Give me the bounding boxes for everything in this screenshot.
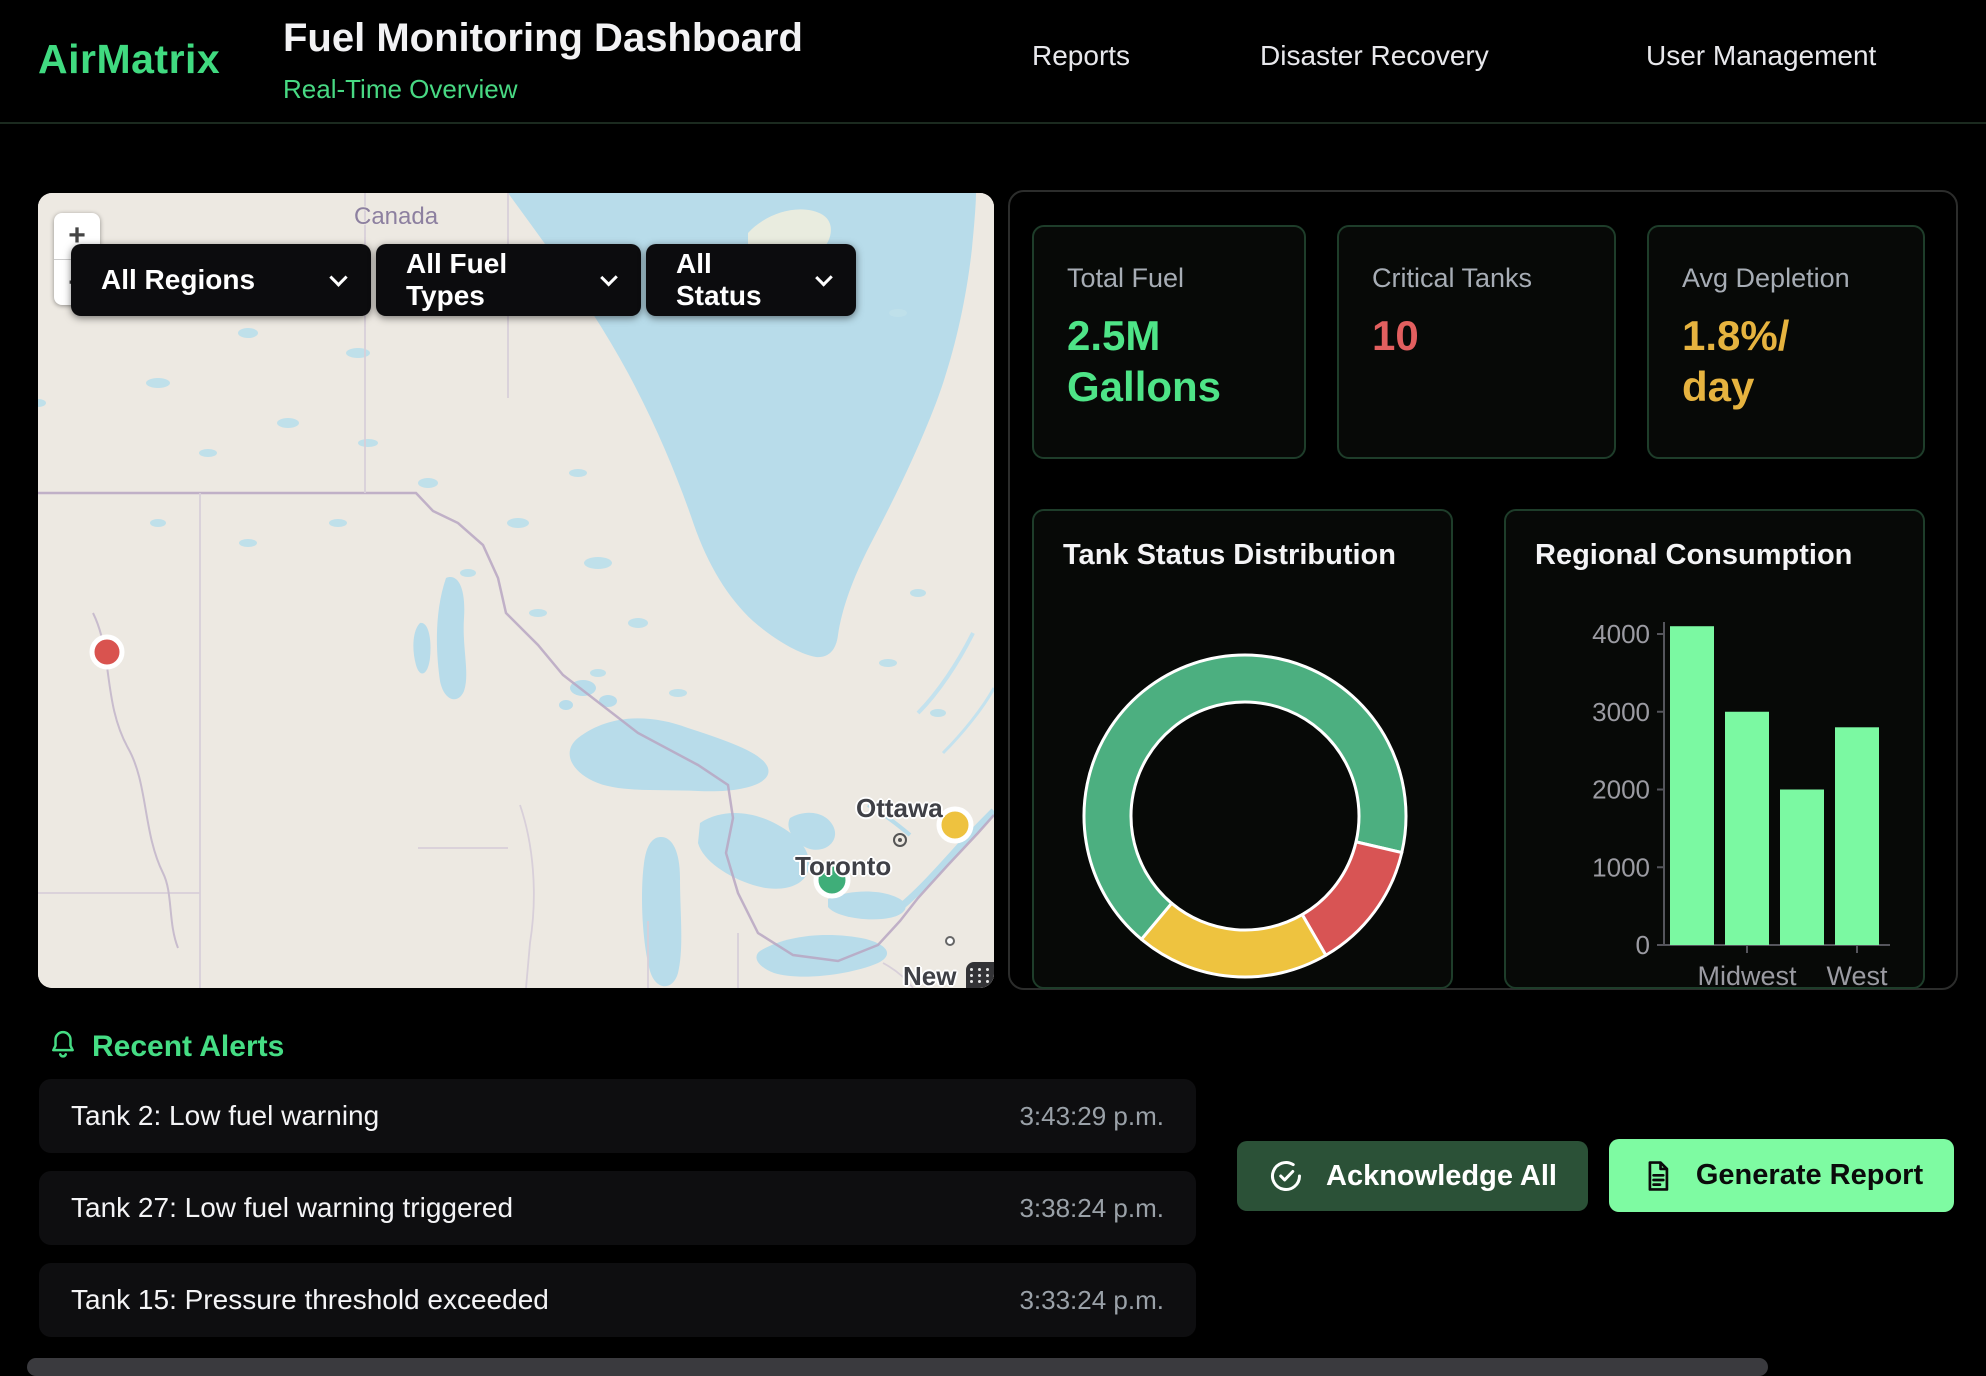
acknowledge-all-button[interactable]: Acknowledge All <box>1237 1141 1588 1211</box>
nav-disaster-recovery[interactable]: Disaster Recovery <box>1260 40 1489 72</box>
stat-card-critical-tanks: Critical Tanks 10 <box>1337 225 1616 459</box>
city-label-ottawa: Ottawa <box>856 793 943 824</box>
region-filter-value: All Regions <box>101 264 255 296</box>
horizontal-scrollbar[interactable] <box>27 1358 1768 1376</box>
alert-text: Tank 2: Low fuel warning <box>71 1100 379 1132</box>
y-tick-label: 4000 <box>1592 619 1650 649</box>
map[interactable]: Canada Ottawa Toronto New York + − All R… <box>38 193 994 988</box>
fuel-type-filter-value: All Fuel Types <box>406 248 575 312</box>
brand-logo: AirMatrix <box>38 36 220 83</box>
generate-report-button[interactable]: Generate Report <box>1609 1139 1954 1212</box>
alert-row[interactable]: Tank 27: Low fuel warning triggered 3:38… <box>39 1171 1196 1245</box>
stat-value: 10 <box>1372 310 1614 361</box>
chart-title: Tank Status Distribution <box>1063 539 1396 572</box>
filter-bar: All Regions All Fuel Types All Status <box>71 244 856 316</box>
regional-consumption-bar-chart: 0 1000 2000 3000 4000 Midwest West <box>1506 511 1927 987</box>
chevron-down-icon <box>815 268 833 286</box>
document-icon <box>1640 1159 1674 1193</box>
y-tick-label: 1000 <box>1592 852 1650 882</box>
tank-marker-warning[interactable] <box>939 809 971 841</box>
map-resize-handle[interactable] <box>966 962 994 988</box>
stat-label: Critical Tanks <box>1372 263 1614 294</box>
alert-text: Tank 15: Pressure threshold exceeded <box>71 1284 549 1316</box>
alert-time: 3:43:29 p.m. <box>1019 1101 1164 1132</box>
region-filter-select[interactable]: All Regions <box>71 244 371 316</box>
bar-midwest <box>1725 712 1769 945</box>
donut-segment-warning <box>1142 903 1326 977</box>
tank-status-chart-card: Tank Status Distribution <box>1032 509 1453 989</box>
alert-row[interactable]: Tank 2: Low fuel warning 3:43:29 p.m. <box>39 1079 1196 1153</box>
status-filter-select[interactable]: All Status <box>646 244 856 316</box>
chevron-down-icon <box>600 268 618 286</box>
nav-user-management[interactable]: User Management <box>1646 40 1876 72</box>
town-dot-newyork <box>946 937 954 945</box>
regional-consumption-chart-card: Regional Consumption 0 1000 2000 3000 4000 Mi… <box>1504 509 1925 989</box>
y-tick-label: 3000 <box>1592 697 1650 727</box>
alerts-section-title: Recent Alerts <box>92 1030 284 1064</box>
bar-northeast <box>1670 626 1714 945</box>
country-label: Canada <box>354 203 438 231</box>
stat-value: 2.5MGallons <box>1067 310 1304 412</box>
stat-label: Total Fuel <box>1067 263 1304 294</box>
alert-row[interactable]: Tank 15: Pressure threshold exceeded 3:3… <box>39 1263 1196 1337</box>
alert-time: 3:38:24 p.m. <box>1019 1193 1164 1224</box>
tank-marker-critical[interactable] <box>92 637 122 667</box>
stat-card-total-fuel: Total Fuel 2.5MGallons <box>1032 225 1306 459</box>
bell-icon <box>46 1028 80 1064</box>
alert-time: 3:33:24 p.m. <box>1019 1285 1164 1316</box>
city-label-toronto: Toronto <box>795 851 891 882</box>
fuel-type-filter-select[interactable]: All Fuel Types <box>376 244 641 316</box>
status-filter-value: All Status <box>676 248 790 312</box>
x-tick-label: Midwest <box>1697 961 1797 987</box>
page-title: Fuel Monitoring Dashboard <box>283 16 803 61</box>
alert-text: Tank 27: Low fuel warning triggered <box>71 1192 513 1224</box>
nav-reports[interactable]: Reports <box>1032 40 1130 72</box>
y-tick-label: 0 <box>1636 930 1650 960</box>
header: AirMatrix Fuel Monitoring Dashboard Real… <box>0 0 1986 124</box>
bar-south <box>1780 790 1824 946</box>
stat-card-avg-depletion: Avg Depletion 1.8%/day <box>1647 225 1925 459</box>
chart-title: Regional Consumption <box>1535 539 1852 572</box>
tank-status-donut-chart <box>1034 511 1455 987</box>
bar-west <box>1835 727 1879 945</box>
x-tick-label: West <box>1826 961 1888 987</box>
chevron-down-icon <box>329 268 347 286</box>
check-circle-icon <box>1268 1158 1304 1194</box>
y-tick-label: 2000 <box>1592 775 1650 805</box>
dashboard: AirMatrix Fuel Monitoring Dashboard Real… <box>0 0 1986 1376</box>
stat-label: Avg Depletion <box>1682 263 1923 294</box>
page-subtitle: Real-Time Overview <box>283 74 518 105</box>
stat-value: 1.8%/day <box>1682 310 1923 412</box>
